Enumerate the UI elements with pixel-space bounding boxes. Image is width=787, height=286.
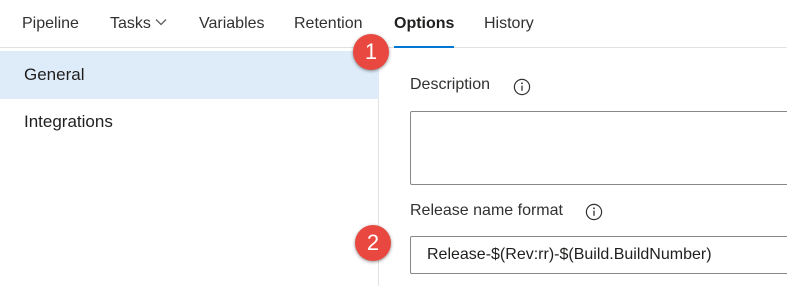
tab-variables[interactable]: Variables [199, 14, 265, 34]
description-textarea[interactable] [410, 111, 787, 185]
tab-history[interactable]: History [484, 14, 534, 34]
info-icon[interactable] [513, 78, 531, 96]
sidebar-item-label: Integrations [24, 112, 113, 131]
general-options-panel: Description Release name format Release-… [380, 49, 787, 286]
tab-label: Tasks [110, 15, 151, 32]
sidebar-item-label: General [24, 65, 85, 84]
release-name-format-input[interactable]: Release-$(Rev:rr)-$(Build.BuildNumber) [410, 236, 787, 274]
options-sidebar: General Integrations [0, 49, 379, 286]
tab-options[interactable]: Options [394, 14, 455, 48]
tab-bar: Pipeline Tasks Variables Retention Optio… [0, 0, 787, 48]
tab-label: Pipeline [22, 15, 79, 32]
tab-label: History [484, 15, 534, 32]
callout-badge-2: 2 [355, 225, 391, 261]
tab-label: Variables [199, 15, 265, 32]
tab-label: Retention [294, 15, 363, 32]
sidebar-item-integrations[interactable]: Integrations [0, 98, 379, 146]
description-label: Description [410, 76, 491, 93]
release-name-format-label: Release name format [410, 202, 563, 219]
callout-badge-1: 1 [353, 34, 389, 70]
tab-pipeline[interactable]: Pipeline [22, 14, 79, 34]
tab-label: Options [394, 15, 455, 32]
tab-retention[interactable]: Retention [294, 14, 363, 34]
tab-tasks[interactable]: Tasks [110, 14, 167, 34]
info-icon[interactable] [585, 203, 603, 221]
sidebar-item-general[interactable]: General [0, 51, 379, 99]
chevron-down-icon [155, 19, 167, 26]
